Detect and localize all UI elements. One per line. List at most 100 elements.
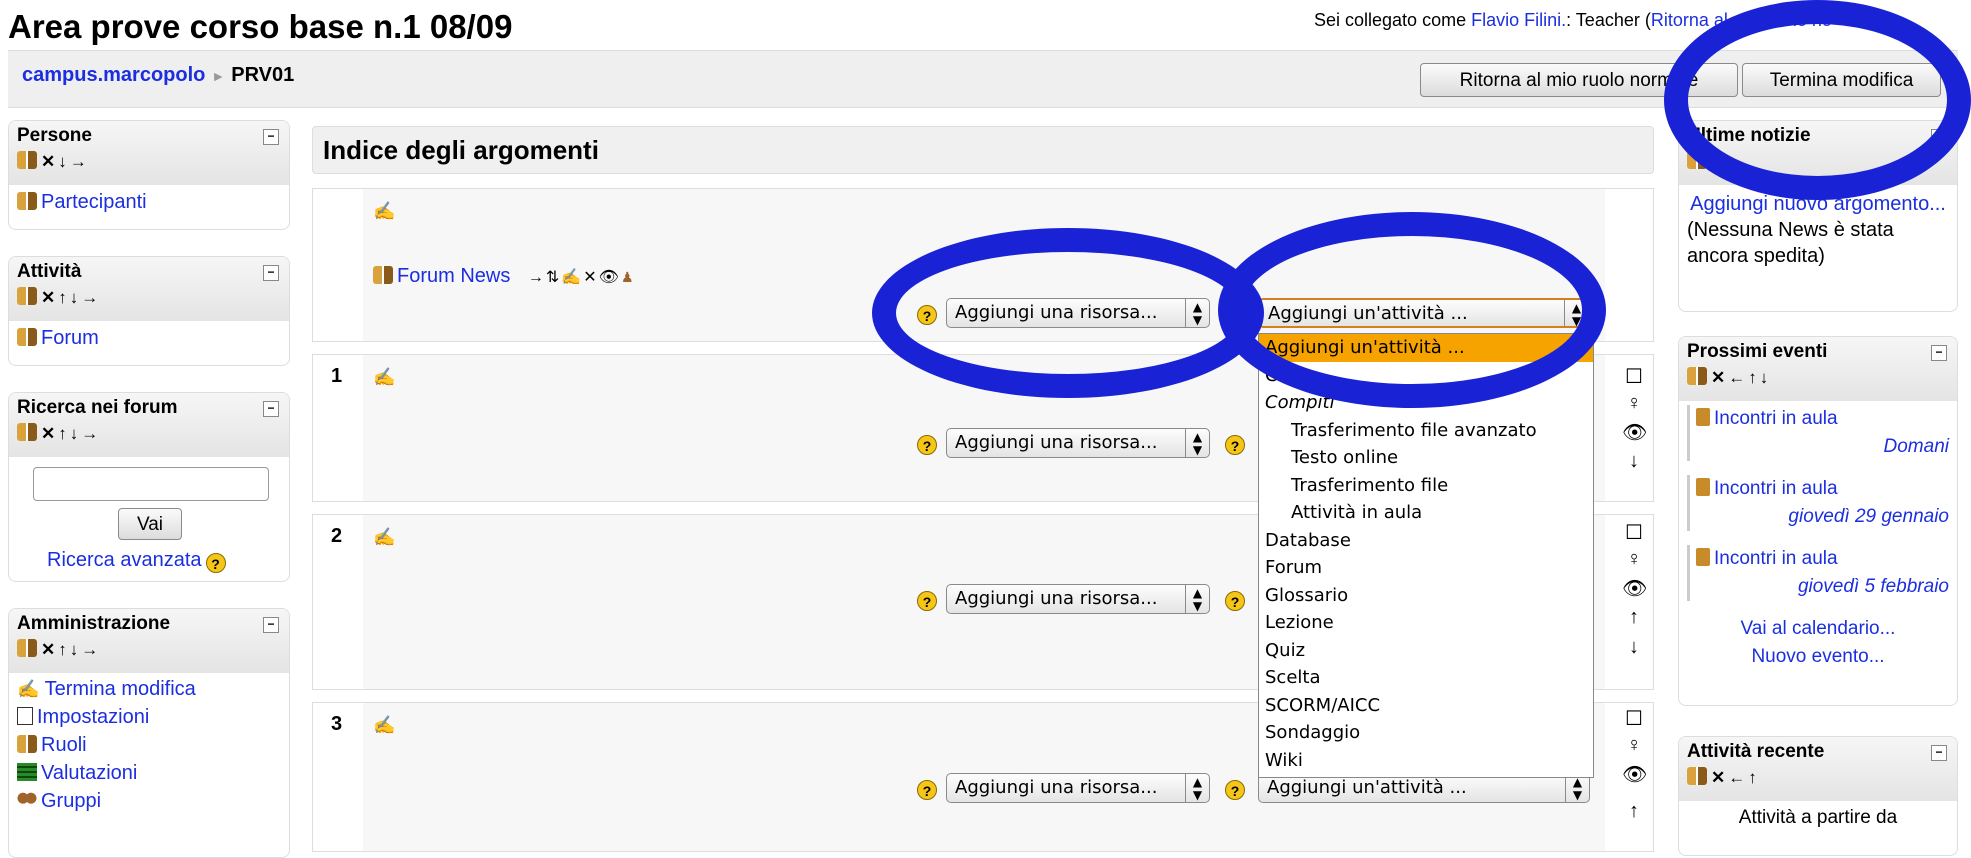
block-controls[interactable]: ✕←↑ xyxy=(1711,768,1760,787)
roles-icon[interactable] xyxy=(1687,767,1707,785)
admin-item-label[interactable]: Gruppi xyxy=(41,790,101,812)
eye-icon[interactable]: 👁 xyxy=(1622,420,1647,445)
admin-item[interactable]: Impostazioni xyxy=(17,703,281,731)
block-title: Attività recente xyxy=(1687,741,1825,762)
move-down-icon[interactable]: ↓ xyxy=(1622,450,1646,473)
dropdown-option[interactable]: Trasferimento file avanzato xyxy=(1259,417,1593,445)
participants-icon xyxy=(17,192,37,210)
groupmode-icon[interactable]: ♟ xyxy=(621,269,634,285)
add-resource-select[interactable]: Aggiungi una risorsa... ▲ ▼ xyxy=(946,584,1210,614)
dropdown-option[interactable]: Testo online xyxy=(1259,444,1593,472)
forum-link[interactable]: Forum xyxy=(41,327,99,349)
roles-icon[interactable] xyxy=(17,287,37,305)
search-go-button[interactable]: Vai xyxy=(118,508,182,540)
marker-icon[interactable]: ☐ xyxy=(1622,520,1646,545)
add-resource-select[interactable]: Aggiungi una risorsa... ▲ ▼ xyxy=(946,773,1210,803)
roles-icon[interactable] xyxy=(17,151,37,169)
edit-summary-icon[interactable]: ✍ xyxy=(373,367,395,388)
marker-icon[interactable]: ☐ xyxy=(1622,706,1646,731)
highlight-icon[interactable]: ♀ xyxy=(1622,734,1646,757)
dropdown-option[interactable]: Database xyxy=(1259,527,1593,555)
forum-controls[interactable]: →⇅✍✕👁 xyxy=(528,269,621,286)
event-date[interactable]: giovedì 5 febbraio xyxy=(1696,573,1949,601)
dropdown-option[interactable]: Lezione xyxy=(1259,609,1593,637)
block-controls[interactable]: ✕↓→ xyxy=(41,152,90,171)
calendar-link[interactable]: Vai al calendario... xyxy=(1741,618,1896,639)
block-controls[interactable]: ✕↑↓→ xyxy=(41,640,101,659)
dropdown-option[interactable]: Forum xyxy=(1259,554,1593,582)
select-arrow-icon: ▲ ▼ xyxy=(1185,774,1209,802)
breadcrumb-course: PRV01 xyxy=(231,64,295,86)
help-icon[interactable]: ? xyxy=(917,780,937,800)
user-link[interactable]: Flavio Filini. xyxy=(1471,10,1566,30)
eye-icon[interactable]: 👁 xyxy=(1622,762,1647,787)
highlight-icon[interactable]: ♀ xyxy=(1622,548,1646,571)
roles-icon[interactable] xyxy=(1687,367,1707,385)
page-title: Area prove corso base n.1 08/09 xyxy=(8,8,513,45)
edit-summary-icon[interactable]: ✍ xyxy=(373,527,395,548)
block-title: Attività xyxy=(17,261,82,282)
select-value: Aggiungi una risorsa... xyxy=(955,777,1158,798)
event-date[interactable]: Domani xyxy=(1696,433,1949,461)
help-icon[interactable]: ? xyxy=(917,435,937,455)
dropdown-option[interactable]: Attività in aula xyxy=(1259,499,1593,527)
edit-summary-icon[interactable]: ✍ xyxy=(373,715,395,736)
breadcrumb-site[interactable]: campus.marcopolo xyxy=(22,64,205,86)
collapse-toggle[interactable]: − xyxy=(263,401,279,417)
dropdown-option[interactable]: SCORM/AICC xyxy=(1259,692,1593,720)
settings-icon xyxy=(17,707,33,725)
collapse-toggle[interactable]: − xyxy=(1931,345,1947,361)
admin-item-label[interactable]: Ruoli xyxy=(41,734,87,756)
new-event-link[interactable]: Nuovo evento... xyxy=(1751,646,1884,667)
roles-icon[interactable] xyxy=(17,423,37,441)
dropdown-option[interactable]: Scelta xyxy=(1259,664,1593,692)
event-date[interactable]: giovedì 29 gennaio xyxy=(1696,503,1949,531)
dropdown-option[interactable]: Glossario xyxy=(1259,582,1593,610)
help-icon[interactable]: ? xyxy=(205,553,226,573)
admin-item[interactable]: Ruoli xyxy=(17,731,281,759)
forum-search-input[interactable] xyxy=(33,467,269,501)
block-controls[interactable]: ✕←↑↓ xyxy=(1711,368,1771,387)
admin-item[interactable]: Gruppi xyxy=(17,787,281,815)
roles-icon[interactable] xyxy=(17,639,37,657)
move-up-icon[interactable]: ↑ xyxy=(1622,800,1646,823)
forum-news-link[interactable]: Forum News xyxy=(397,265,510,287)
participants-link[interactable]: Partecipanti xyxy=(41,191,147,213)
block-title: Amministrazione xyxy=(17,613,171,634)
marker-icon[interactable]: ☐ xyxy=(1622,364,1646,389)
calendar-icon xyxy=(1696,408,1710,426)
move-up-icon[interactable]: ↑ xyxy=(1622,606,1646,629)
move-down-icon[interactable]: ↓ xyxy=(1622,636,1646,659)
advanced-search-link[interactable]: Ricerca avanzata xyxy=(47,549,202,571)
eye-icon[interactable]: 👁 xyxy=(1622,576,1647,601)
event-link[interactable]: Incontri in aula xyxy=(1714,408,1838,429)
collapse-toggle[interactable]: − xyxy=(1931,745,1947,761)
help-icon[interactable]: ? xyxy=(917,591,937,611)
dropdown-option[interactable]: Trasferimento file xyxy=(1259,472,1593,500)
admin-item[interactable]: ✍ Termina modifica xyxy=(17,675,281,703)
admin-item[interactable]: Valutazioni xyxy=(17,759,281,787)
breadcrumb-separator: ► xyxy=(211,68,226,84)
event-link[interactable]: Incontri in aula xyxy=(1714,548,1838,569)
help-icon[interactable]: ? xyxy=(1225,435,1245,455)
edit-summary-icon[interactable]: ✍ xyxy=(373,201,395,222)
highlight-icon[interactable]: ♀ xyxy=(1622,392,1646,415)
block-title: Prossimi eventi xyxy=(1687,341,1828,362)
event-link[interactable]: Incontri in aula xyxy=(1714,478,1838,499)
collapse-toggle[interactable]: − xyxy=(263,265,279,281)
dropdown-option[interactable]: Sondaggio xyxy=(1259,719,1593,747)
add-resource-select[interactable]: Aggiungi una risorsa... ▲ ▼ xyxy=(946,428,1210,458)
admin-item-label[interactable]: Termina modifica xyxy=(45,678,196,700)
block-controls[interactable]: ✕↑↓→ xyxy=(41,288,101,307)
help-icon[interactable]: ? xyxy=(1225,591,1245,611)
block-controls[interactable]: ✕↑↓→ xyxy=(41,424,101,443)
dropdown-option[interactable]: Quiz xyxy=(1259,637,1593,665)
admin-item-label[interactable]: Valutazioni xyxy=(41,762,137,784)
block-title: Ricerca nei forum xyxy=(17,397,178,418)
admin-item-label[interactable]: Impostazioni xyxy=(37,706,149,728)
collapse-toggle[interactable]: − xyxy=(263,617,279,633)
collapse-toggle[interactable]: − xyxy=(263,129,279,145)
block-ricerca: Ricerca nei forum − ✕↑↓→ Vai Ricerca ava… xyxy=(8,392,290,582)
help-icon[interactable]: ? xyxy=(1225,780,1245,800)
dropdown-option[interactable]: Wiki xyxy=(1259,747,1593,775)
